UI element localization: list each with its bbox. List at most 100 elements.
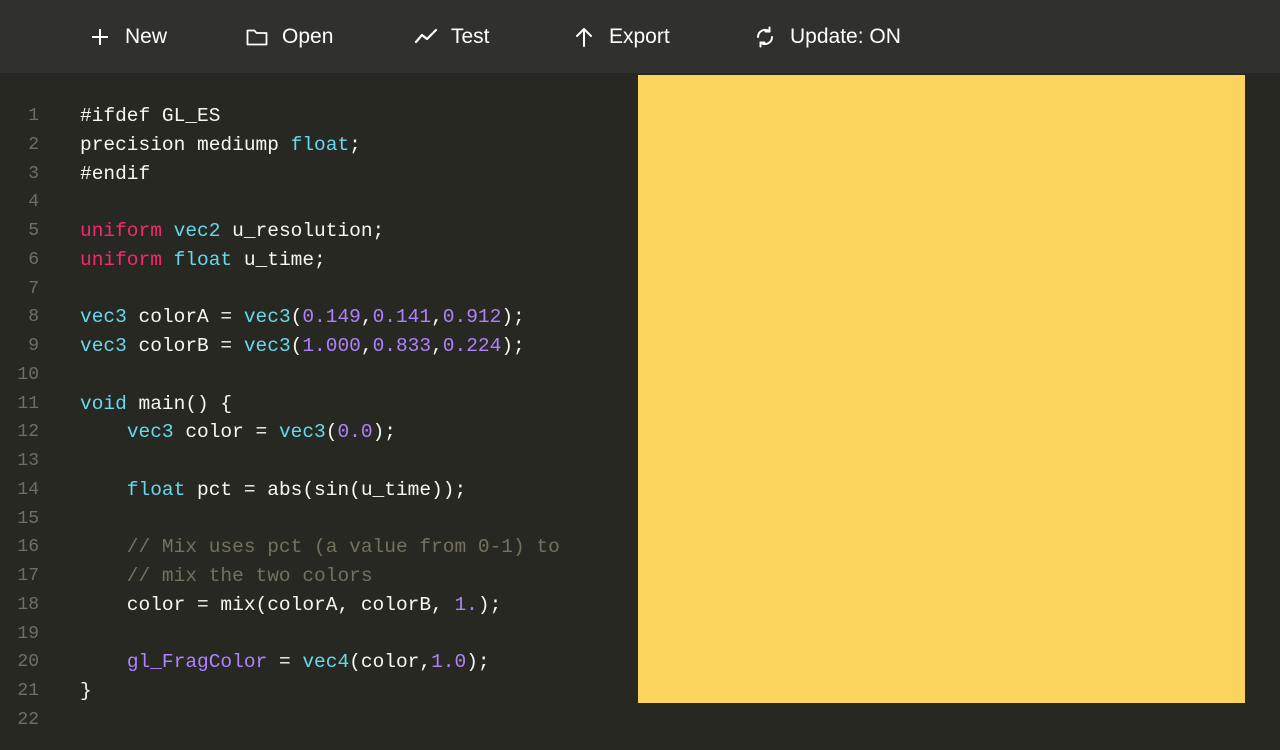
code-line[interactable]: 9 vec3 colorB = vec3(1.000,0.833,0.224);: [0, 332, 638, 361]
line-number: 12: [17, 422, 39, 443]
line-number: 20: [17, 652, 39, 673]
code-line[interactable]: 15: [0, 505, 638, 534]
code-token: pct = abs(sin(u_time));: [185, 478, 467, 501]
code-token: vec3: [80, 335, 127, 357]
line-number: 9: [28, 336, 39, 356]
line-number: 21: [17, 681, 39, 701]
line-number: 1: [28, 106, 39, 126]
test-label: Test: [451, 24, 490, 48]
code-token: );: [501, 335, 525, 357]
code-token: 1.0: [431, 651, 467, 674]
code-token: ;: [349, 133, 361, 156]
trend-line-icon: [414, 25, 438, 49]
new-label: New: [125, 24, 168, 48]
code-line[interactable]: 20 gl_FragColor = vec4(color,1.0);: [0, 648, 638, 677]
code-line[interactable]: 7: [0, 275, 638, 304]
code-line[interactable]: 1 #ifdef GL_ES: [0, 102, 638, 131]
code-text: #ifdef GL_ES: [80, 102, 220, 131]
code-line[interactable]: 17 // mix the two colors: [0, 562, 638, 591]
code-line[interactable]: 6 uniform float u_time;: [0, 246, 638, 275]
code-line[interactable]: 11 void main() {: [0, 390, 638, 419]
code-line[interactable]: 3 #endif: [0, 160, 638, 189]
code-token: );: [501, 306, 525, 329]
new-button[interactable]: New: [88, 0, 167, 73]
code-text: vec3 color = vec3(0.0);: [80, 418, 396, 447]
code-token: vec4: [302, 651, 350, 674]
code-line[interactable]: 21}: [0, 677, 638, 706]
code-token: );: [466, 651, 490, 674]
code-text: // mix the two colors: [80, 562, 373, 591]
code-line[interactable]: 5 uniform vec2 u_resolution;: [0, 217, 638, 246]
line-number: 14: [17, 479, 39, 500]
update-label: Update: ON: [790, 24, 901, 48]
line-number: 3: [28, 163, 39, 184]
code-token: );: [477, 593, 502, 616]
code-token: gl_FragColor: [126, 651, 268, 674]
folder-icon: [245, 25, 269, 49]
line-number: 4: [28, 192, 39, 213]
code-editor[interactable]: 1 #ifdef GL_ES 2 precision mediump float; 3 #…: [0, 73, 638, 750]
code-text: vec3 colorB = vec3(1.000,0.833,0.224);: [80, 332, 525, 361]
code-token: // Mix uses pct (a value from 0-1) to: [80, 536, 560, 559]
arrow-up-icon: [572, 25, 596, 49]
line-number: 15: [17, 508, 39, 529]
code-text: uniform float u_time;: [80, 246, 326, 275]
code-line[interactable]: 22: [0, 706, 638, 735]
code-token: vec3: [243, 306, 291, 329]
code-line[interactable]: 2 precision mediump float;: [0, 131, 638, 160]
code-line[interactable]: 13: [0, 447, 638, 476]
line-number: 13: [17, 451, 39, 471]
code-token: ,: [431, 306, 443, 329]
code-text: }: [80, 677, 92, 706]
line-number: 10: [17, 364, 39, 385]
code-token: color = mix(colorA, colorB,: [80, 593, 455, 616]
code-token: vec3: [126, 421, 174, 444]
line-number: 22: [17, 709, 39, 730]
refresh-icon: [753, 25, 777, 49]
code-token: =: [267, 651, 303, 674]
line-number: 2: [28, 134, 39, 155]
code-token: );: [372, 421, 396, 444]
code-token: (color,: [349, 651, 432, 674]
open-button[interactable]: Open: [245, 0, 333, 73]
code-token: vec3: [243, 335, 291, 357]
code-token: precision mediump: [80, 133, 291, 156]
code-token: color =: [173, 421, 279, 444]
code-line[interactable]: 18 color = mix(colorA, colorB, 1.);: [0, 591, 638, 620]
code-line[interactable]: 4: [0, 188, 638, 217]
line-number: 8: [28, 307, 39, 328]
code-token: 1.: [454, 593, 478, 616]
update-toggle[interactable]: Update: ON: [753, 0, 901, 73]
code-token: vec3: [80, 306, 127, 329]
code-text: color = mix(colorA, colorB, 1.);: [80, 591, 501, 620]
test-button[interactable]: Test: [414, 0, 490, 73]
code-token: 0.141: [372, 306, 432, 329]
code-token: u_time;: [232, 248, 326, 271]
code-text: vec3 colorA = vec3(0.149,0.141,0.912);: [80, 303, 525, 332]
code-token: void: [80, 392, 127, 415]
code-token: vec3: [278, 421, 326, 444]
line-number: 6: [28, 249, 39, 270]
code-line[interactable]: 12 vec3 color = vec3(0.0);: [0, 418, 638, 447]
code-token: main() {: [126, 392, 233, 415]
line-number: 17: [17, 566, 39, 586]
code-text: void main() {: [80, 390, 232, 419]
code-token: float: [290, 133, 350, 156]
code-line[interactable]: 10: [0, 361, 638, 390]
export-button[interactable]: Export: [572, 0, 670, 73]
code-token: float: [173, 248, 233, 271]
code-line[interactable]: 19: [0, 620, 638, 649]
code-token: 0.912: [442, 306, 502, 329]
export-label: Export: [609, 24, 670, 48]
code-line[interactable]: 16 // Mix uses pct (a value from 0-1) to: [0, 533, 638, 562]
code-line[interactable]: 14 float pct = abs(sin(u_time));: [0, 476, 638, 505]
shader-preview-canvas[interactable]: [638, 75, 1245, 703]
code-token: u_resolution;: [220, 220, 385, 242]
code-line[interactable]: 8 vec3 colorA = vec3(0.149,0.141,0.912);: [0, 303, 638, 332]
toolbar: New Open Test Export Update: ON: [0, 0, 1280, 73]
line-number: 11: [17, 393, 39, 414]
code-text: #endif: [80, 160, 150, 189]
